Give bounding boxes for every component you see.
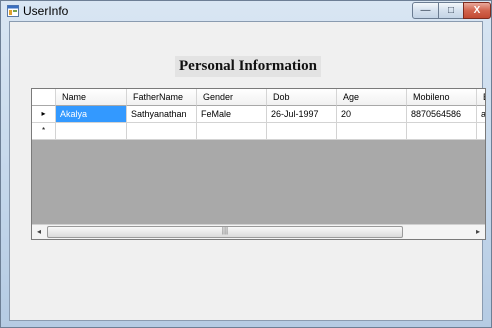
column-header-dob[interactable]: Dob xyxy=(267,89,337,106)
scroll-right-icon[interactable]: ▸ xyxy=(471,225,485,238)
row-header-corner[interactable] xyxy=(32,89,56,106)
new-cell-name[interactable] xyxy=(56,123,127,140)
new-cell-dob[interactable] xyxy=(267,123,337,140)
new-row-indicator[interactable]: * xyxy=(32,123,56,140)
window-title: UserInfo xyxy=(23,4,69,18)
new-cell-email[interactable] xyxy=(477,123,485,140)
cell-dob[interactable]: 26-Jul-1997 xyxy=(267,106,337,123)
close-button[interactable]: X xyxy=(463,2,491,19)
title-bar[interactable]: UserInfo — □ X xyxy=(1,1,491,21)
grid-header-row: Name FatherName Gender Dob Age Mobileno … xyxy=(32,89,485,106)
new-cell-gender[interactable] xyxy=(197,123,267,140)
new-cell-mobileno[interactable] xyxy=(407,123,477,140)
cell-name[interactable]: Akalya xyxy=(56,106,127,123)
minimize-button[interactable]: — xyxy=(412,2,439,19)
page-title: Personal Information xyxy=(175,56,321,77)
userinfo-window: UserInfo — □ X Personal Information Name… xyxy=(0,0,492,328)
new-cell-age[interactable] xyxy=(337,123,407,140)
user-data-grid[interactable]: Name FatherName Gender Dob Age Mobileno … xyxy=(31,88,486,240)
column-header-age[interactable]: Age xyxy=(337,89,407,106)
column-header-gender[interactable]: Gender xyxy=(197,89,267,106)
new-row[interactable]: * xyxy=(32,123,485,140)
table-row[interactable]: ▸ Akalya Sathyanathan FeMale 26-Jul-1997… xyxy=(32,106,485,123)
column-header-email[interactable]: Em xyxy=(477,89,485,106)
column-header-fathername[interactable]: FatherName xyxy=(127,89,197,106)
column-header-name[interactable]: Name xyxy=(56,89,127,106)
cell-gender[interactable]: FeMale xyxy=(197,106,267,123)
new-cell-fathername[interactable] xyxy=(127,123,197,140)
cell-age[interactable]: 20 xyxy=(337,106,407,123)
column-header-mobileno[interactable]: Mobileno xyxy=(407,89,477,106)
cell-mobileno[interactable]: 8870564586 xyxy=(407,106,477,123)
cell-email[interactable]: ak xyxy=(477,106,485,123)
app-form-icon xyxy=(7,5,19,17)
cell-fathername[interactable]: Sathyanathan xyxy=(127,106,197,123)
current-row-indicator[interactable]: ▸ xyxy=(32,106,56,123)
scroll-left-icon[interactable]: ◂ xyxy=(32,225,46,238)
horizontal-scrollbar[interactable]: ◂ ||| ▸ xyxy=(32,224,485,239)
maximize-button[interactable]: □ xyxy=(438,2,464,19)
scroll-thumb[interactable]: ||| xyxy=(47,226,403,238)
